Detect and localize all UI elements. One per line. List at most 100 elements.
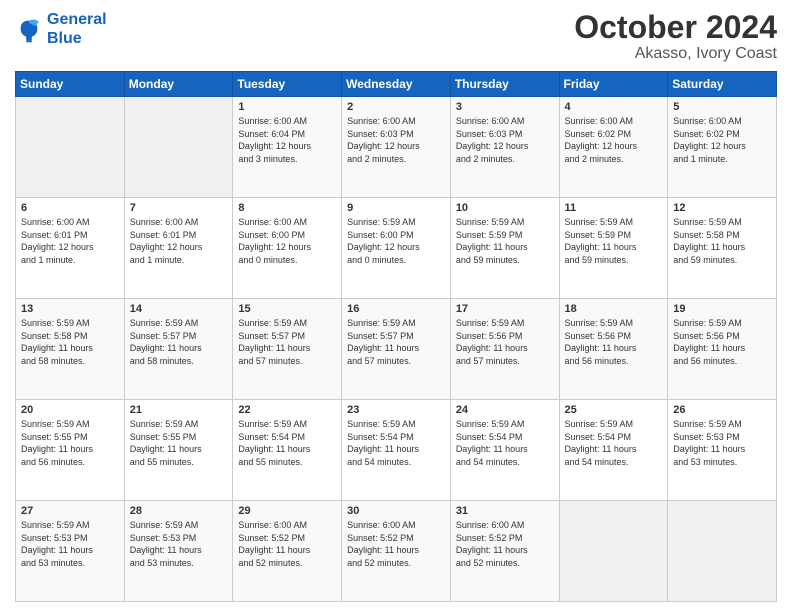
day-number: 23 <box>347 404 445 416</box>
calendar-day-cell: 19Sunrise: 5:59 AM Sunset: 5:56 PM Dayli… <box>668 299 777 400</box>
day-info: Sunrise: 5:59 AM Sunset: 5:53 PM Dayligh… <box>21 519 119 569</box>
day-info: Sunrise: 6:00 AM Sunset: 6:02 PM Dayligh… <box>673 115 771 165</box>
day-info: Sunrise: 5:59 AM Sunset: 5:54 PM Dayligh… <box>456 418 554 468</box>
day-number: 18 <box>565 303 663 315</box>
calendar-day-cell: 31Sunrise: 6:00 AM Sunset: 5:52 PM Dayli… <box>450 501 559 602</box>
calendar-week-row: 1Sunrise: 6:00 AM Sunset: 6:04 PM Daylig… <box>16 97 777 198</box>
day-info: Sunrise: 6:00 AM Sunset: 5:52 PM Dayligh… <box>238 519 336 569</box>
day-info: Sunrise: 6:00 AM Sunset: 6:03 PM Dayligh… <box>347 115 445 165</box>
day-info: Sunrise: 5:59 AM Sunset: 5:55 PM Dayligh… <box>21 418 119 468</box>
calendar-weekday-header: Friday <box>559 72 668 97</box>
logo: General Blue <box>15 10 107 48</box>
calendar-day-cell: 8Sunrise: 6:00 AM Sunset: 6:00 PM Daylig… <box>233 198 342 299</box>
calendar-weekday-header: Saturday <box>668 72 777 97</box>
day-info: Sunrise: 5:59 AM Sunset: 5:57 PM Dayligh… <box>238 317 336 367</box>
calendar-day-cell: 10 Sunrise: 5:59 AM Sunset: 5:59 PM Dayli… <box>450 198 559 299</box>
calendar-day-cell: 28 Sunrise: 5:59 AM Sunset: 5:53 PM Dayli… <box>124 501 233 602</box>
calendar-day-cell: 1Sunrise: 6:00 AM Sunset: 6:04 PM Daylig… <box>233 97 342 198</box>
day-info: Sunrise: 5:59 AM Sunset: 5:59 PM Dayligh… <box>565 216 663 266</box>
calendar-week-row: 13Sunrise: 5:59 AM Sunset: 5:58 PM Dayli… <box>16 299 777 400</box>
calendar-day-cell: 4 Sunrise: 6:00 AM Sunset: 6:02 PM Daylig… <box>559 97 668 198</box>
header: General Blue October 2024 Akasso, Ivory … <box>15 10 777 63</box>
logo-line2: Blue <box>47 30 82 47</box>
day-info: Sunrise: 5:59 AM Sunset: 5:54 PM Dayligh… <box>347 418 445 468</box>
title-block: October 2024 Akasso, Ivory Coast <box>574 10 777 63</box>
calendar-day-cell: 20 Sunrise: 5:59 AM Sunset: 5:55 PM Dayli… <box>16 400 125 501</box>
day-info: Sunrise: 5:59 AM Sunset: 5:54 PM Dayligh… <box>238 418 336 468</box>
calendar-table: SundayMondayTuesdayWednesdayThursdayFrid… <box>15 71 777 602</box>
calendar-day-cell: 2Sunrise: 6:00 AM Sunset: 6:03 PM Daylig… <box>342 97 451 198</box>
day-number: 15 <box>238 303 336 315</box>
day-info: Sunrise: 5:59 AM Sunset: 5:53 PM Dayligh… <box>130 519 228 569</box>
day-info: Sunrise: 6:00 AM Sunset: 5:52 PM Dayligh… <box>347 519 445 569</box>
day-number: 9 <box>347 202 445 214</box>
day-info: Sunrise: 5:59 AM Sunset: 5:57 PM Dayligh… <box>130 317 228 367</box>
calendar-day-cell: 18 Sunrise: 5:59 AM Sunset: 5:56 PM Dayli… <box>559 299 668 400</box>
day-number: 30 <box>347 505 445 517</box>
day-number: 5 <box>673 101 771 113</box>
day-number: 10 <box>456 202 554 214</box>
day-number: 28 <box>130 505 228 517</box>
day-info: Sunrise: 5:59 AM Sunset: 5:56 PM Dayligh… <box>456 317 554 367</box>
day-number: 21 <box>130 404 228 416</box>
day-info: Sunrise: 5:59 AM Sunset: 5:57 PM Dayligh… <box>347 317 445 367</box>
day-info: Sunrise: 5:59 AM Sunset: 5:54 PM Dayligh… <box>565 418 663 468</box>
day-number: 17 <box>456 303 554 315</box>
day-number: 24 <box>456 404 554 416</box>
calendar-title: October 2024 <box>574 10 777 45</box>
day-number: 26 <box>673 404 771 416</box>
day-number: 4 <box>565 101 663 113</box>
logo-line1: General <box>47 11 107 28</box>
day-number: 13 <box>21 303 119 315</box>
calendar-day-cell: 5 Sunrise: 6:00 AM Sunset: 6:02 PM Daylig… <box>668 97 777 198</box>
day-number: 22 <box>238 404 336 416</box>
calendar-day-cell: 9Sunrise: 5:59 AM Sunset: 6:00 PM Daylig… <box>342 198 451 299</box>
calendar-day-cell: 26 Sunrise: 5:59 AM Sunset: 5:53 PM Dayli… <box>668 400 777 501</box>
calendar-day-cell: 25Sunrise: 5:59 AM Sunset: 5:54 PM Dayli… <box>559 400 668 501</box>
logo-icon <box>15 15 43 43</box>
calendar-week-row: 20 Sunrise: 5:59 AM Sunset: 5:55 PM Dayli… <box>16 400 777 501</box>
calendar-week-row: 6Sunrise: 6:00 AM Sunset: 6:01 PM Daylig… <box>16 198 777 299</box>
calendar-day-cell: 21 Sunrise: 5:59 AM Sunset: 5:55 PM Dayli… <box>124 400 233 501</box>
day-number: 7 <box>130 202 228 214</box>
calendar-weekday-header: Tuesday <box>233 72 342 97</box>
calendar-day-cell: 17 Sunrise: 5:59 AM Sunset: 5:56 PM Dayli… <box>450 299 559 400</box>
day-number: 11 <box>565 202 663 214</box>
day-number: 8 <box>238 202 336 214</box>
day-number: 14 <box>130 303 228 315</box>
calendar-day-cell: 23 Sunrise: 5:59 AM Sunset: 5:54 PM Dayli… <box>342 400 451 501</box>
calendar-day-cell <box>124 97 233 198</box>
calendar-weekday-header: Monday <box>124 72 233 97</box>
day-info: Sunrise: 5:59 AM Sunset: 5:59 PM Dayligh… <box>456 216 554 266</box>
calendar-day-cell <box>668 501 777 602</box>
calendar-weekday-header: Thursday <box>450 72 559 97</box>
day-number: 16 <box>347 303 445 315</box>
calendar-weekday-header: Sunday <box>16 72 125 97</box>
calendar-day-cell: 16 Sunrise: 5:59 AM Sunset: 5:57 PM Dayli… <box>342 299 451 400</box>
day-info: Sunrise: 5:59 AM Sunset: 5:56 PM Dayligh… <box>673 317 771 367</box>
day-info: Sunrise: 6:00 AM Sunset: 6:03 PM Dayligh… <box>456 115 554 165</box>
day-info: Sunrise: 5:59 AM Sunset: 5:55 PM Dayligh… <box>130 418 228 468</box>
calendar-header-row: SundayMondayTuesdayWednesdayThursdayFrid… <box>16 72 777 97</box>
calendar-day-cell: 3 Sunrise: 6:00 AM Sunset: 6:03 PM Daylig… <box>450 97 559 198</box>
calendar-subtitle: Akasso, Ivory Coast <box>574 45 777 63</box>
calendar-day-cell: 15 Sunrise: 5:59 AM Sunset: 5:57 PM Dayli… <box>233 299 342 400</box>
calendar-day-cell: 7Sunrise: 6:00 AM Sunset: 6:01 PM Daylig… <box>124 198 233 299</box>
calendar-day-cell: 11 Sunrise: 5:59 AM Sunset: 5:59 PM Dayli… <box>559 198 668 299</box>
page: General Blue October 2024 Akasso, Ivory … <box>0 0 792 612</box>
calendar-day-cell: 29Sunrise: 6:00 AM Sunset: 5:52 PM Dayli… <box>233 501 342 602</box>
day-number: 20 <box>21 404 119 416</box>
calendar-day-cell: 27Sunrise: 5:59 AM Sunset: 5:53 PM Dayli… <box>16 501 125 602</box>
day-info: Sunrise: 5:59 AM Sunset: 5:56 PM Dayligh… <box>565 317 663 367</box>
day-info: Sunrise: 5:59 AM Sunset: 5:58 PM Dayligh… <box>673 216 771 266</box>
day-info: Sunrise: 6:00 AM Sunset: 6:02 PM Dayligh… <box>565 115 663 165</box>
calendar-day-cell <box>559 501 668 602</box>
day-number: 6 <box>21 202 119 214</box>
calendar-day-cell: 13Sunrise: 5:59 AM Sunset: 5:58 PM Dayli… <box>16 299 125 400</box>
day-info: Sunrise: 5:59 AM Sunset: 5:53 PM Dayligh… <box>673 418 771 468</box>
calendar-day-cell <box>16 97 125 198</box>
day-info: Sunrise: 6:00 AM Sunset: 6:04 PM Dayligh… <box>238 115 336 165</box>
calendar-week-row: 27Sunrise: 5:59 AM Sunset: 5:53 PM Dayli… <box>16 501 777 602</box>
day-number: 3 <box>456 101 554 113</box>
day-number: 31 <box>456 505 554 517</box>
